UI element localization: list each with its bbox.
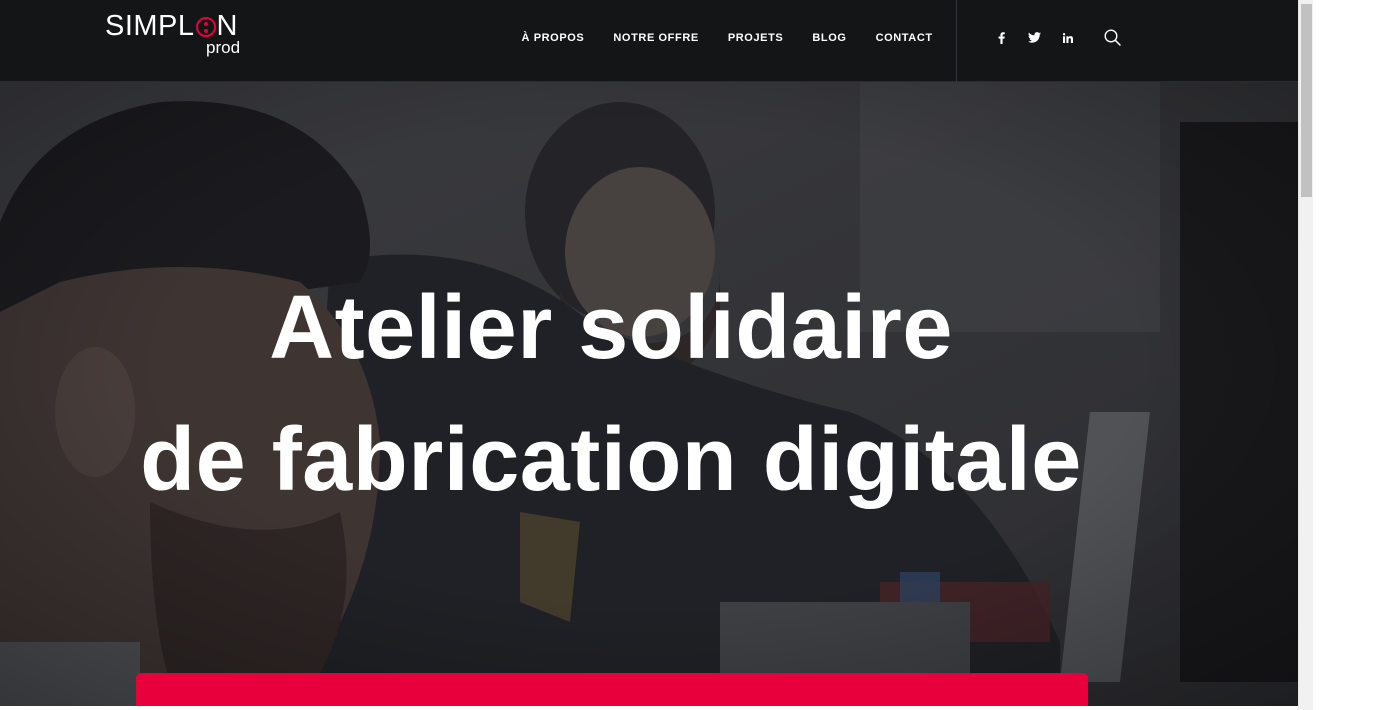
- red-cta-bar[interactable]: [136, 673, 1088, 710]
- scrollbar[interactable]: [1298, 0, 1313, 710]
- page: SIMPL N prod À PROPOS NOTRE OFFRE PROJETS…: [0, 0, 1298, 710]
- linkedin-icon[interactable]: [1051, 26, 1084, 50]
- hero-section: Atelier solidaire de fabrication digital…: [0, 82, 1298, 710]
- nav-item-blog[interactable]: BLOG: [798, 32, 861, 44]
- nav-item-a-propos[interactable]: À PROPOS: [507, 32, 599, 44]
- bottom-strip: [0, 706, 1298, 710]
- logo-o-icon: [195, 17, 216, 37]
- twitter-icon[interactable]: [1018, 26, 1051, 50]
- hero-title: Atelier solidaire de fabrication digital…: [0, 262, 1222, 526]
- logo-subtitle: prod: [206, 38, 241, 57]
- facebook-icon[interactable]: [985, 26, 1018, 50]
- scrollbar-thumb[interactable]: [1301, 4, 1312, 197]
- site-logo[interactable]: SIMPL N prod: [105, 10, 245, 60]
- hero-title-line-2: de fabrication digitale: [140, 410, 1082, 510]
- nav-divider: [956, 0, 957, 82]
- nav-item-contact[interactable]: CONTACT: [861, 32, 947, 44]
- social-links: [985, 0, 1084, 75]
- hero-title-line-1: Atelier solidaire: [269, 278, 953, 378]
- main-nav: À PROPOS NOTRE OFFRE PROJETS BLOG CONTAC…: [507, 0, 947, 75]
- search-icon[interactable]: [1100, 25, 1124, 49]
- nav-item-notre-offre[interactable]: NOTRE OFFRE: [599, 32, 713, 44]
- site-header: SIMPL N prod À PROPOS NOTRE OFFRE PROJETS…: [0, 0, 1298, 82]
- nav-item-projets[interactable]: PROJETS: [713, 32, 798, 44]
